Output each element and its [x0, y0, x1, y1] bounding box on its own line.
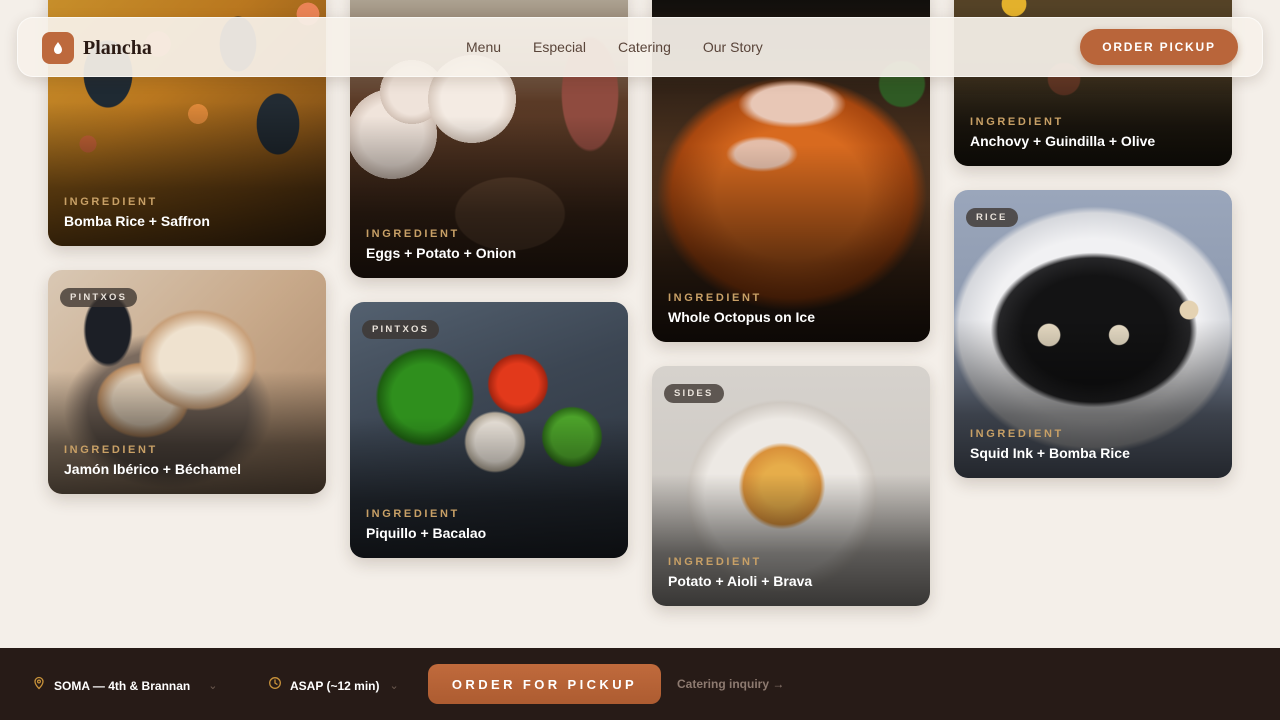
brand-logo[interactable]: Plancha — [42, 32, 152, 64]
flame-icon — [42, 32, 74, 64]
card-title: Bomba Rice + Saffron — [64, 213, 210, 229]
nav-links: Menu Especial Catering Our Story — [466, 39, 763, 55]
category-badge: RICE — [966, 208, 1018, 227]
category-badge: PINTXOS — [362, 320, 440, 339]
card-title: Piquillo + Bacalao — [366, 525, 487, 541]
menu-card-grid: INGREDIENT Bomba Rice + Saffron PINTXOS … — [0, 0, 1280, 648]
card-title: Whole Octopus on Ice — [668, 309, 816, 325]
card-eyebrow: INGREDIENT — [366, 508, 460, 520]
card-title: Anchovy + Guindilla + Olive — [970, 133, 1156, 149]
pickup-time-label: ASAP (~12 min) — [290, 678, 380, 693]
chevron-down-icon: ⌄ — [208, 680, 218, 692]
catering-inquiry-link[interactable]: Catering inquiry → — [677, 677, 784, 691]
order-for-pickup-button[interactable]: ORDER FOR PICKUP — [428, 664, 661, 704]
menu-card-jamon[interactable]: PINTXOS INGREDIENT Jamón Ibérico + Bécha… — [48, 270, 326, 494]
menu-card-patatas[interactable]: SIDES INGREDIENT Potato + Aioli + Brava — [652, 366, 930, 606]
chevron-down-icon: ⌄ — [389, 680, 399, 692]
card-eyebrow: INGREDIENT — [668, 556, 762, 568]
card-title: Jamón Ibérico + Béchamel — [64, 461, 242, 477]
nav-link-menu[interactable]: Menu — [466, 39, 501, 55]
card-eyebrow: INGREDIENT — [970, 116, 1064, 128]
card-title: Eggs + Potato + Onion — [366, 245, 517, 261]
bottom-order-bar: SOMA — 4th & Brannan ⌄ ASAP (~12 min) ⌄ … — [0, 648, 1280, 720]
card-title: Squid Ink + Bomba Rice — [970, 445, 1130, 461]
location-label: SOMA — 4th & Brannan — [54, 678, 191, 693]
location-selector[interactable]: SOMA — 4th & Brannan ⌄ — [32, 676, 217, 695]
nav-link-our-story[interactable]: Our Story — [703, 39, 763, 55]
top-nav: Plancha Menu Especial Catering Our Story… — [17, 17, 1263, 77]
menu-card-arroz-negro[interactable]: RICE INGREDIENT Squid Ink + Bomba Rice — [954, 190, 1232, 478]
map-pin-icon — [32, 676, 46, 695]
menu-card-piquillo[interactable]: PINTXOS INGREDIENT Piquillo + Bacalao — [350, 302, 628, 558]
pickup-time-selector[interactable]: ASAP (~12 min) ⌄ — [268, 676, 399, 695]
card-eyebrow: INGREDIENT — [668, 292, 762, 304]
nav-link-catering[interactable]: Catering — [618, 39, 671, 55]
card-eyebrow: INGREDIENT — [970, 428, 1064, 440]
clock-icon — [268, 676, 282, 695]
card-title: Potato + Aioli + Brava — [668, 573, 813, 589]
card-eyebrow: INGREDIENT — [64, 444, 158, 456]
card-eyebrow: INGREDIENT — [366, 228, 460, 240]
card-eyebrow: INGREDIENT — [64, 196, 158, 208]
category-badge: PINTXOS — [60, 288, 138, 307]
brand-name: Plancha — [83, 36, 152, 59]
category-badge: SIDES — [664, 384, 724, 403]
nav-link-especial[interactable]: Especial — [533, 39, 586, 55]
order-pickup-button[interactable]: ORDER PICKUP — [1080, 29, 1238, 65]
